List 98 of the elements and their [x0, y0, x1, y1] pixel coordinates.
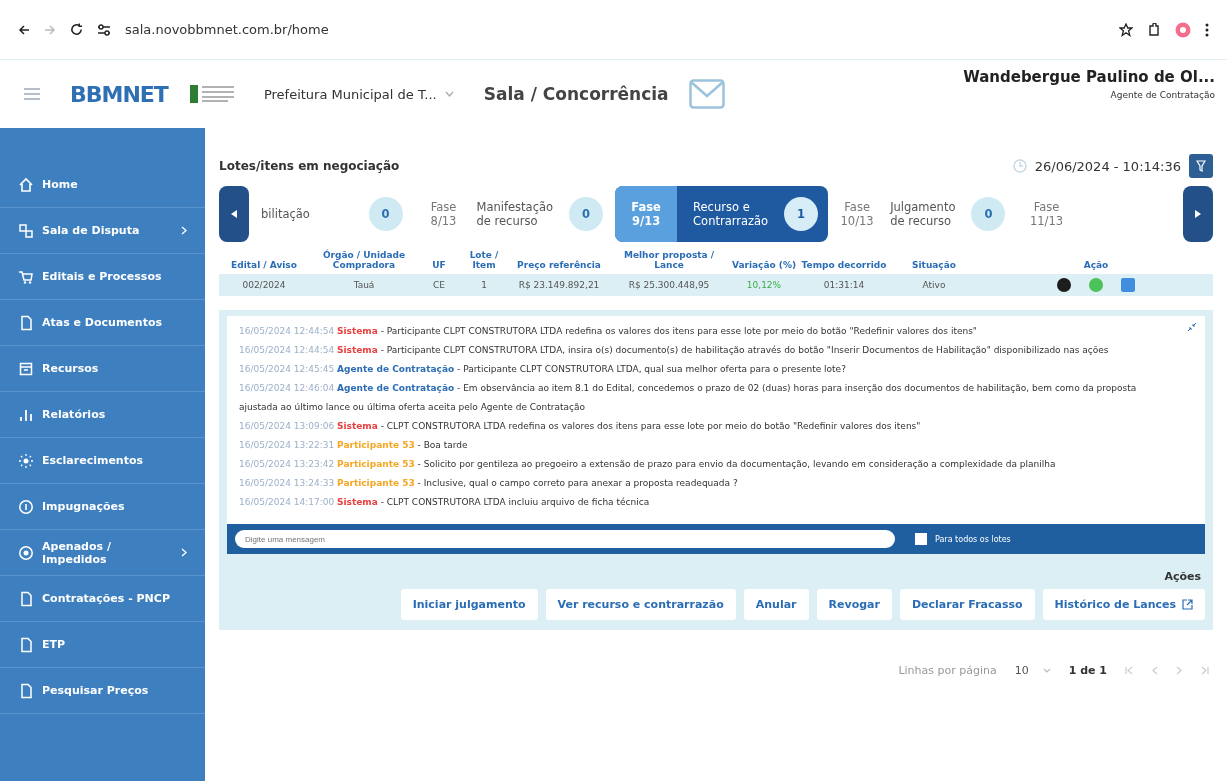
column-header: Variação (%): [730, 260, 798, 272]
actions-title: Ações: [1163, 570, 1201, 583]
url-text[interactable]: sala.novobbmnet.com.br/home: [125, 22, 1105, 37]
column-header: Edital / Aviso: [230, 260, 298, 272]
collapse-icon[interactable]: [1187, 322, 1197, 332]
sun-icon: [18, 452, 34, 469]
page-title: Sala / Concorrência: [483, 84, 669, 104]
sidebar-item[interactable]: Contratações - PNCP: [0, 576, 205, 622]
profile-icon[interactable]: [1175, 21, 1191, 38]
chat-message: 16/05/2024 12:44:54 Sistema - Participante CLPT CONSTRUTORA LTDA, insira o(s) documento(s) de habilitação através do botão "Inserir Documentos de Habilitação" disponibilizado nas ações: [239, 344, 1110, 357]
reload-icon[interactable]: [70, 23, 83, 36]
next-button[interactable]: [1183, 186, 1213, 242]
sidebar-item[interactable]: Apenados / Impedidos: [0, 530, 205, 576]
squares-icon: [18, 222, 34, 239]
sidebar-item[interactable]: Impugnações: [0, 484, 205, 530]
status-dot-icon[interactable]: [1057, 278, 1071, 292]
sidebar-item[interactable]: Home: [0, 162, 205, 208]
extension-icon[interactable]: [1147, 22, 1161, 37]
document-icon: [18, 314, 34, 331]
rows-per-page-label: Linhas por página: [898, 664, 997, 677]
column-header: Situação: [911, 260, 957, 272]
document-icon: [18, 682, 34, 699]
sidebar-item[interactable]: Editais e Processos: [0, 254, 205, 300]
organization-selector[interactable]: Prefeitura Municipal de T...: [263, 86, 454, 102]
phase-step[interactable]: Fase 9/13 Recurso e Contrarrazão 1: [615, 186, 829, 242]
archive-icon: [18, 360, 34, 377]
table-cell: 01:31:14: [799, 274, 889, 296]
previous-button[interactable]: [219, 186, 249, 242]
cart-icon: [18, 268, 34, 285]
caret-left-icon: [231, 210, 237, 218]
table-cell: 1: [459, 274, 509, 296]
site-settings-icon[interactable]: [97, 23, 111, 36]
filter-button[interactable]: [1189, 154, 1213, 178]
chat-message: 16/05/2024 13:24:33 Participante 53 - Inclusive, qual o campo correto para anexar a proposta readequada ?: [239, 477, 739, 490]
chat-message: 16/05/2024 12:46:04 Agente de Contratação - Em observância ao item 8.1 do Edital, concedemos o prazo de 02 (duas) horas para inserção dos documentos de habilitação, bem como da proposta ajustada ao último lance ou última oferta aceita pelo Agente de Contratação: [239, 382, 1138, 414]
sidebar-item[interactable]: ETP: [0, 622, 205, 668]
section-title: Lotes/itens em negociação: [219, 159, 401, 173]
action-button[interactable]: Anular: [743, 589, 809, 620]
sidebar-item[interactable]: Esclarecimentos: [0, 438, 205, 484]
sidebar-item[interactable]: Recursos: [0, 346, 205, 392]
document-icon: [18, 590, 34, 607]
action-button[interactable]: Histórico de Lances: [1042, 589, 1205, 620]
logo-text: BBMNET: [70, 81, 168, 107]
action-button[interactable]: Ver recurso e contrarrazão: [545, 589, 736, 620]
caret-right-icon: [1195, 210, 1201, 218]
chat-message: 16/05/2024 12:45:45 Agente de Contratação - Participante CLPT CONSTRUTORA LTDA, qual sua melhor oferta para o presente lote?: [239, 363, 847, 376]
action-button[interactable]: Revogar: [816, 589, 892, 620]
chat-message: 16/05/2024 12:44:54 Sistema - Participante CLPT CONSTRUTORA LTDA redefina os valores dos itens para esse lote por meio do botão "Redefinir valores dos itens": [239, 325, 978, 338]
home-icon: [18, 176, 34, 193]
user-name: Wandebergue Paulino de Ol...: [963, 68, 1215, 86]
back-icon[interactable]: [18, 23, 30, 36]
more-icon[interactable]: [1205, 22, 1209, 37]
phase-step[interactable]: Fase 8/13 Manifestação de recurso 0: [414, 186, 616, 242]
table-cell: 10,12%: [729, 274, 799, 296]
table-cell: CE: [419, 274, 459, 296]
sidebar-item[interactable]: Relatórios: [0, 392, 205, 438]
chat-message: 16/05/2024 13:23:42 Participante 53 - Solicito por gentileza ao pregoeiro a extensão de prazo para envio da documentação, levando em consideração a complexidade da planilha: [239, 458, 1057, 471]
action-button[interactable]: Iniciar julgamento: [400, 589, 538, 620]
column-header: UF: [431, 260, 447, 272]
user-role: Agente de Contratação: [1109, 90, 1215, 100]
table-cell: 002/2024: [219, 274, 309, 296]
table-cell: Ativo: [889, 274, 979, 296]
star-icon[interactable]: [1119, 22, 1133, 37]
checkbox[interactable]: [915, 533, 927, 545]
phase-step[interactable]: bilitação 0: [249, 186, 415, 242]
sidebar-item[interactable]: Sala de Disputa: [0, 208, 205, 254]
rows-per-page-select[interactable]: 10: [1014, 664, 1051, 677]
phase-step[interactable]: Fase 10/13 Julgamento de recurso 0: [828, 186, 1018, 242]
sidebar-item[interactable]: Atas e Documentos: [0, 300, 205, 346]
table-cell: R$ 23.149.892,21: [509, 274, 609, 296]
date-time: 26/06/2024 - 10:14:36: [1034, 158, 1181, 174]
column-header: Ação: [1082, 260, 1110, 272]
external-link-icon: [1182, 599, 1193, 610]
document-icon: [18, 636, 34, 653]
status-dot-icon[interactable]: [1089, 278, 1103, 292]
phase-step[interactable]: Fase 11/13: [1017, 186, 1183, 242]
checkbox-label: Para todos os lotes: [935, 534, 1011, 544]
column-header: Órgão / Unidade Compradora: [321, 250, 407, 272]
page-range: 1 de 1: [1068, 664, 1107, 677]
chevron-down-icon: [444, 91, 454, 97]
column-header: Preço referência: [516, 260, 602, 272]
chat-message: 16/05/2024 14:17:00 Sistema - CLPT CONSTRUTORA LTDA incluiu arquivo de ficha técnica: [239, 496, 651, 509]
column-header: Melhor proposta / Lance: [622, 250, 716, 272]
chat-message: 16/05/2024 13:09:06 Sistema - CLPT CONSTRUTORA LTDA redefina os valores dos itens para esse lote por meio do botão "Redefinir valores dos itens": [239, 420, 922, 433]
clock-icon: [1012, 159, 1027, 173]
filter-icon: [1196, 160, 1206, 172]
emblem-icon: [187, 83, 236, 105]
action-button[interactable]: Declarar Fracasso: [899, 589, 1035, 620]
chevron-down-icon: [1042, 668, 1051, 673]
column-header: Tempo decorrido: [800, 260, 888, 272]
target-icon: [18, 544, 34, 561]
column-header: Lote / Item: [468, 250, 500, 272]
table-cell: Tauá: [309, 274, 419, 296]
sidebar-item[interactable]: Pesquisar Preços: [0, 668, 205, 714]
table-cell: R$ 25.300.448,95: [609, 274, 729, 296]
chat-message: 16/05/2024 13:22:31 Participante 53 - Boa tarde: [239, 439, 469, 452]
info-icon: [18, 498, 34, 515]
message-input[interactable]: Digite uma mensagem: [235, 530, 895, 548]
